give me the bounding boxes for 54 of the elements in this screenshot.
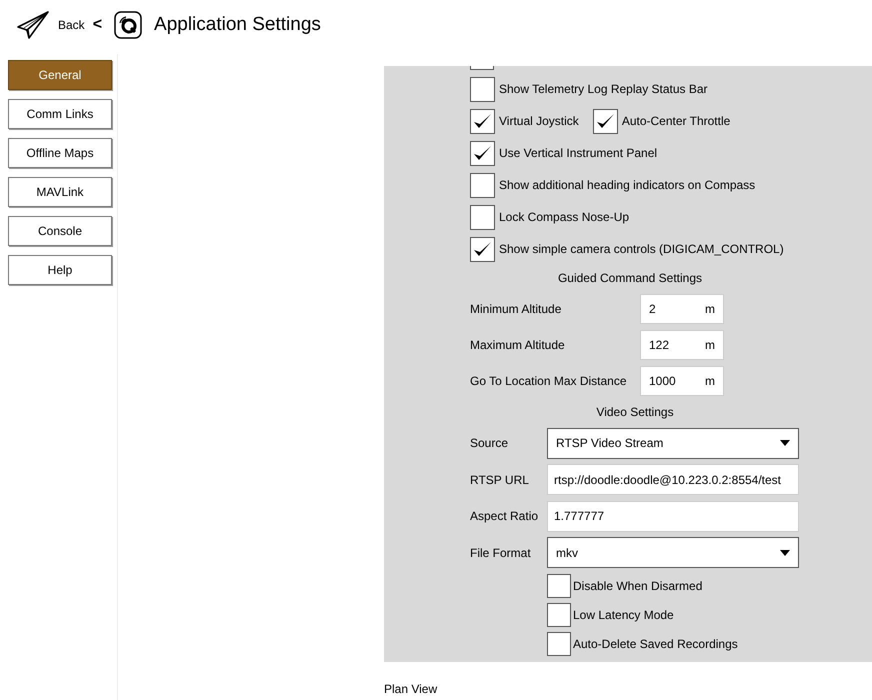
number-field[interactable]: 2 m [640,294,724,324]
section-heading: Plan View [384,681,438,698]
checkbox-label: Virtual Joystick [499,113,579,130]
sidebar-button[interactable]: MAVLink [8,177,112,207]
checkbox-label: Show additional heading indicators on Compass [499,177,756,194]
checkbox[interactable] [470,140,495,166]
sidebar-button[interactable]: Offline Maps [8,138,112,168]
checkbox[interactable] [470,66,494,70]
checkbox[interactable] [470,236,495,262]
checkbox-label: Auto-Center Throttle [622,113,730,130]
section-heading: Video Settings [595,404,675,421]
field-label: File Format [470,544,532,562]
number-field[interactable]: 1000 m [640,366,724,396]
back-link[interactable]: Back [58,16,85,34]
field-label: RTSP URL [470,472,530,489]
section-heading: Guided Command Settings [556,270,704,287]
checkbox[interactable] [470,108,495,134]
field-label: Source [470,435,510,452]
checkbox[interactable] [470,172,495,198]
app-logo-icon [114,11,142,39]
text-field[interactable]: rtsp://doodle:doodle@10.223.0.2:8554/test [547,464,799,496]
back-chevron[interactable]: < [92,13,102,37]
sidebar-button[interactable]: Help [8,255,112,285]
page-title: Application Settings [154,12,321,37]
checkbox[interactable] [547,574,571,598]
checkbox-label: Show simple camera controls (DIGICAM_CONTROL) [499,241,784,258]
caret-icon [780,440,790,446]
field-label: Aspect Ratio [470,508,540,526]
sidebar-button[interactable]: General [8,60,112,90]
sidebar-button[interactable]: Comm Links [8,99,112,129]
checkbox-label: Low Latency Mode [573,606,674,624]
checkbox-label: Lock Compass Nose-Up [499,209,630,226]
unit-label: m [705,373,715,390]
dropdown[interactable]: RTSP Video Stream [547,428,799,459]
checkbox[interactable] [470,76,495,102]
field-label: Go To Location Max Distance [470,373,628,390]
field-label: Minimum Altitude [470,301,562,318]
checkbox-label: Use Vertical Instrument Panel [499,145,658,162]
unit-label: m [705,301,715,318]
checkbox[interactable] [547,602,571,626]
paper-plane-icon[interactable] [16,10,50,40]
checkbox-label: Auto-Delete Saved Recordings [573,636,738,652]
sidebar-button[interactable]: Console [8,216,112,246]
number-field[interactable]: 122 m [640,330,724,360]
caret-icon [780,550,790,556]
checkbox-label: Show Telemetry Log Replay Status Bar [499,81,708,98]
checkbox[interactable] [592,108,618,134]
checkbox[interactable] [547,632,571,656]
field-label: Maximum Altitude [470,337,566,354]
unit-label: m [705,337,715,354]
checkbox-label: Disable When Disarmed [573,578,702,594]
checkbox[interactable] [470,204,495,230]
text-field[interactable]: 1.777777 [547,500,799,532]
dropdown[interactable]: mkv [547,537,799,568]
